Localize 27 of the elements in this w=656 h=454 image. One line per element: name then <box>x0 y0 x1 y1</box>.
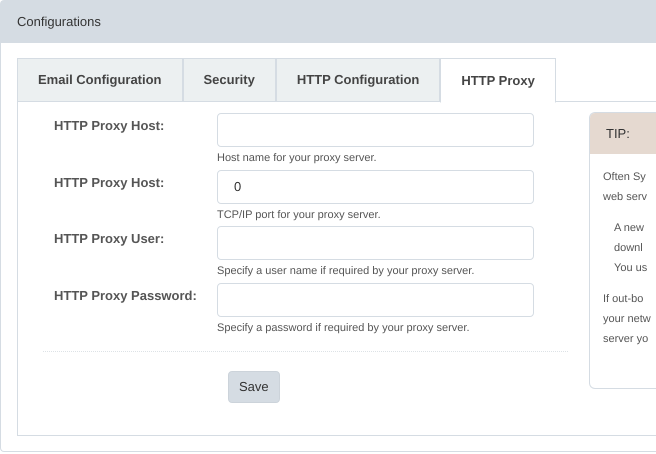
tip-text: If out-bo <box>603 292 644 307</box>
text-field[interactable] <box>217 226 534 260</box>
tip-text: web serv <box>603 190 648 205</box>
panel-title: Configurations <box>17 13 101 32</box>
tab[interactable]: HTTP Configuration <box>276 58 440 102</box>
tip-text: downl <box>614 241 643 256</box>
tip-text: server yo <box>603 332 648 347</box>
field-label: HTTP Proxy User: <box>53 230 166 248</box>
tip-title: TIP: <box>606 124 630 143</box>
tip-text: A new <box>614 221 644 236</box>
help-text: Specify a user name if required by your proxy server. <box>217 264 476 279</box>
help-text: Host name for your proxy server. <box>217 151 378 166</box>
field-label: HTTP Proxy Host: <box>53 174 166 192</box>
tab[interactable]: Security <box>182 58 276 102</box>
text-field[interactable] <box>217 282 534 316</box>
help-text: TCP/IP port for your proxy server. <box>217 208 382 222</box>
save-button[interactable]: Save <box>228 371 280 403</box>
field-label: HTTP Proxy Host: <box>53 117 166 135</box>
tip-text: You us <box>614 261 648 276</box>
tip-text: Often Sy <box>603 170 646 185</box>
text-field[interactable]: 0 <box>217 170 534 204</box>
field-label: HTTP Proxy Password: <box>53 286 198 305</box>
tip-text: your netw <box>603 312 651 327</box>
tab[interactable]: Email Configuration <box>17 58 182 102</box>
help-text: Specify a password if required by your proxy server. <box>217 320 471 336</box>
text-field[interactable] <box>217 113 534 147</box>
tab[interactable]: HTTP Proxy <box>440 58 556 103</box>
